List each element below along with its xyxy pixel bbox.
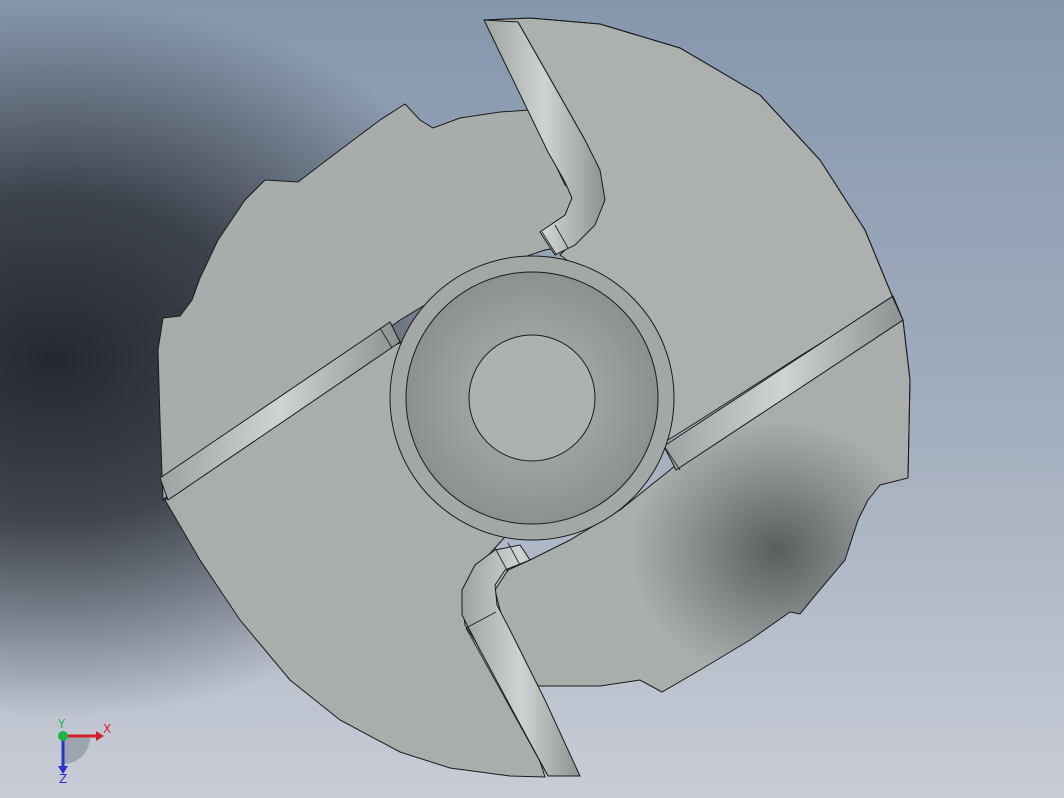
- triad-y-label: Y: [57, 717, 66, 731]
- triad-plane-shade: [63, 736, 91, 764]
- triad-x-label: X: [103, 722, 111, 736]
- triad-y-axis-dot: [58, 731, 68, 741]
- cutter-hub[interactable]: [389, 255, 675, 541]
- model-view[interactable]: [0, 0, 1064, 798]
- triad-z-label: Z: [59, 772, 67, 784]
- graphics-viewport[interactable]: X Y Z: [0, 0, 1064, 798]
- coordinate-triad: X Y Z: [57, 717, 111, 784]
- hub-bore[interactable]: [468, 334, 596, 462]
